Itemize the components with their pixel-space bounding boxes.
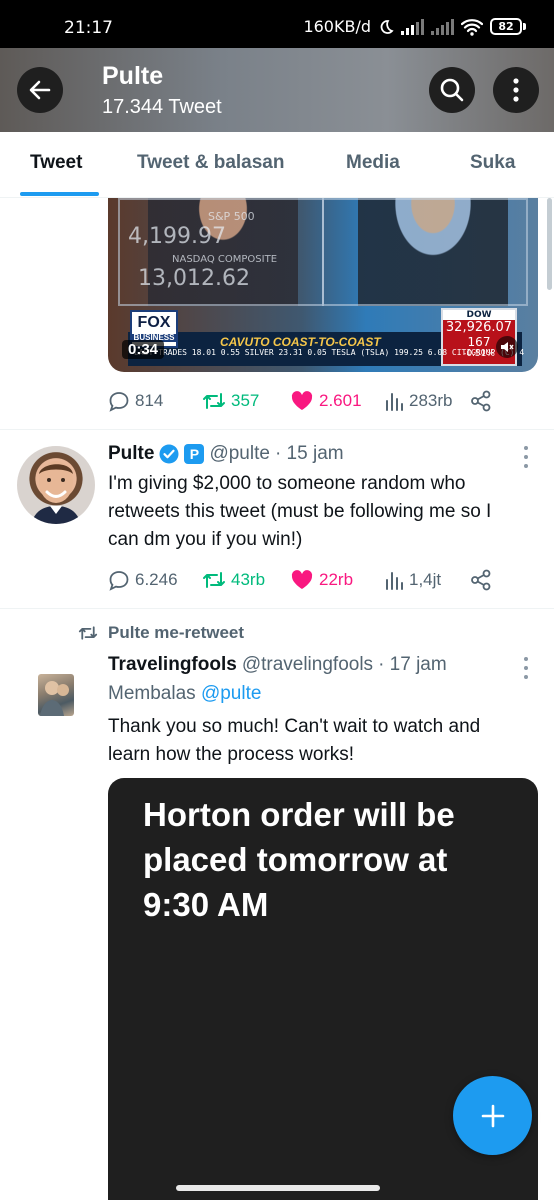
tweet2-header: Pulte P @pulte · 15 jam [108, 443, 344, 465]
tweet2-author-name[interactable]: Pulte [108, 443, 154, 465]
video-duration: 0:34 [122, 340, 165, 359]
like-button[interactable]: 22rb [290, 569, 384, 591]
dow-label: DOW [443, 310, 515, 320]
tab-tweet-and-replies[interactable]: Tweet & balasan [137, 152, 284, 174]
avatar-pulte[interactable] [17, 446, 95, 524]
retweet-count: 43rb [231, 570, 266, 589]
reply-to-line: Membalas @pulte [108, 683, 261, 705]
tweet1-actions: 814 357 2.601 283rb [108, 386, 498, 416]
divider [0, 429, 554, 430]
more-vertical-icon [513, 78, 519, 102]
ticker-value-2: 13,012.62 [138, 266, 250, 291]
video-player[interactable]: S&P 500 4,199.97 NASDAQ COMPOSITE 13,012… [108, 198, 538, 372]
reply-count: 6.246 [135, 570, 178, 589]
tweet2-actions: 6.246 43rb 22rb 1,4jt [108, 565, 498, 595]
plus-icon [481, 1104, 504, 1127]
profile-tabs: Tweet Tweet & balasan Media Suka [0, 132, 554, 198]
tweet2-time: · 15 jam [274, 443, 344, 464]
battery-icon: 82 [490, 18, 526, 35]
ticker-top: S&P 500 [208, 210, 255, 223]
mute-icon [501, 342, 514, 352]
tab-media[interactable]: Media [346, 152, 400, 174]
search-icon [440, 78, 464, 102]
image-cropped-text: ▔▔▔▔▔▔▔▔ [146, 778, 386, 784]
retweeted-by-label[interactable]: Pulte me-retweet [78, 623, 244, 643]
compose-tweet-button[interactable] [453, 1076, 532, 1155]
wifi-icon [461, 18, 483, 36]
tweet3-author-name[interactable]: Travelingfools [108, 654, 237, 676]
views-icon [386, 572, 403, 590]
tab-tweet[interactable]: Tweet [30, 152, 82, 174]
tweet3-handle[interactable]: @travelingfools [242, 654, 373, 676]
retweet-icon [203, 393, 225, 409]
image-text: Horton order will be placed tomorrow at … [143, 796, 455, 923]
reply-prefix: Membalas [108, 683, 196, 704]
active-tab-indicator [20, 192, 99, 196]
views-count: 283rb [409, 391, 453, 410]
tab-likes[interactable]: Suka [470, 152, 515, 174]
search-button[interactable] [429, 67, 475, 113]
reply-count: 814 [135, 391, 164, 410]
verified-badge-icon [159, 444, 179, 464]
retweet-icon [78, 626, 98, 640]
more-options-button[interactable] [493, 67, 539, 113]
tweet2-text: I'm giving $2,000 to someone random who … [108, 473, 492, 550]
share-icon [471, 390, 491, 412]
tweet3-time: · 17 jam [378, 654, 447, 675]
heart-icon [291, 570, 313, 589]
views-icon [386, 393, 403, 411]
signal-icon-2 [431, 18, 454, 35]
views-button[interactable]: 1,4jt [384, 569, 470, 591]
ticker-value-1: 4,199.97 [128, 224, 226, 249]
retweet-button[interactable]: 357 [202, 390, 290, 412]
reply-icon [109, 571, 129, 591]
video-frame-right [322, 198, 528, 306]
signal-icon [401, 18, 424, 35]
show-name: CAVUTO COAST-TO-COAST [220, 335, 381, 349]
back-button[interactable] [17, 67, 63, 113]
dnd-moon-icon [380, 19, 394, 34]
tweet3-text: Thank you so much! Can't wait to watch a… [108, 716, 481, 765]
tweet3-more-button[interactable] [519, 657, 533, 679]
avatar-photo-icon [40, 681, 69, 716]
home-indicator[interactable] [176, 1185, 380, 1191]
retweet-count: 357 [231, 391, 260, 410]
status-time: 21:17 [64, 18, 113, 38]
retweet-icon [203, 572, 225, 588]
scrollbar[interactable] [547, 198, 552, 290]
retweeted-by-text: Pulte me-retweet [108, 623, 245, 642]
affiliate-badge-icon: P [184, 444, 205, 464]
reply-button[interactable]: 6.246 [108, 569, 202, 591]
share-icon [471, 569, 491, 591]
tweet2-handle[interactable]: @pulte [209, 443, 270, 465]
avatar-travelingfools[interactable] [38, 674, 74, 716]
views-button[interactable]: 283rb [384, 390, 470, 412]
reply-to-mention[interactable]: @pulte [201, 683, 262, 704]
avatar-face-icon [31, 461, 81, 524]
back-arrow-icon [29, 80, 51, 100]
like-count: 22rb [319, 570, 354, 589]
share-button[interactable] [470, 390, 492, 412]
status-bar: 21:17 160KB/d 82 [0, 0, 554, 48]
profile-header: Pulte 17.344 Tweet [0, 48, 554, 132]
share-button[interactable] [470, 569, 492, 591]
tweet-count: 17.344 Tweet [102, 96, 222, 118]
stock-ticker-scroll: LAST TRADES 18.01 0.55 SILVER 23.31 0.05… [134, 348, 524, 357]
net-speed: 160KB/d [303, 17, 371, 36]
dow-value: 32,926.07 [445, 320, 513, 335]
heart-icon [291, 391, 313, 410]
tweet3-header: Travelingfools @travelingfools · 17 jam [108, 654, 447, 676]
status-right-group: 160KB/d 82 [303, 17, 526, 36]
reply-button[interactable]: 814 [108, 390, 202, 412]
reply-icon [109, 392, 129, 412]
retweet-button[interactable]: 43rb [202, 569, 290, 591]
profile-name: Pulte [102, 62, 164, 90]
ticker-label-2: NASDAQ COMPOSITE [172, 254, 278, 265]
tweet2-more-button[interactable] [519, 446, 533, 468]
like-count: 2.601 [319, 391, 362, 410]
divider [0, 608, 554, 609]
views-count: 1,4jt [409, 570, 442, 589]
mute-button[interactable] [496, 336, 518, 358]
like-button[interactable]: 2.601 [290, 390, 384, 412]
